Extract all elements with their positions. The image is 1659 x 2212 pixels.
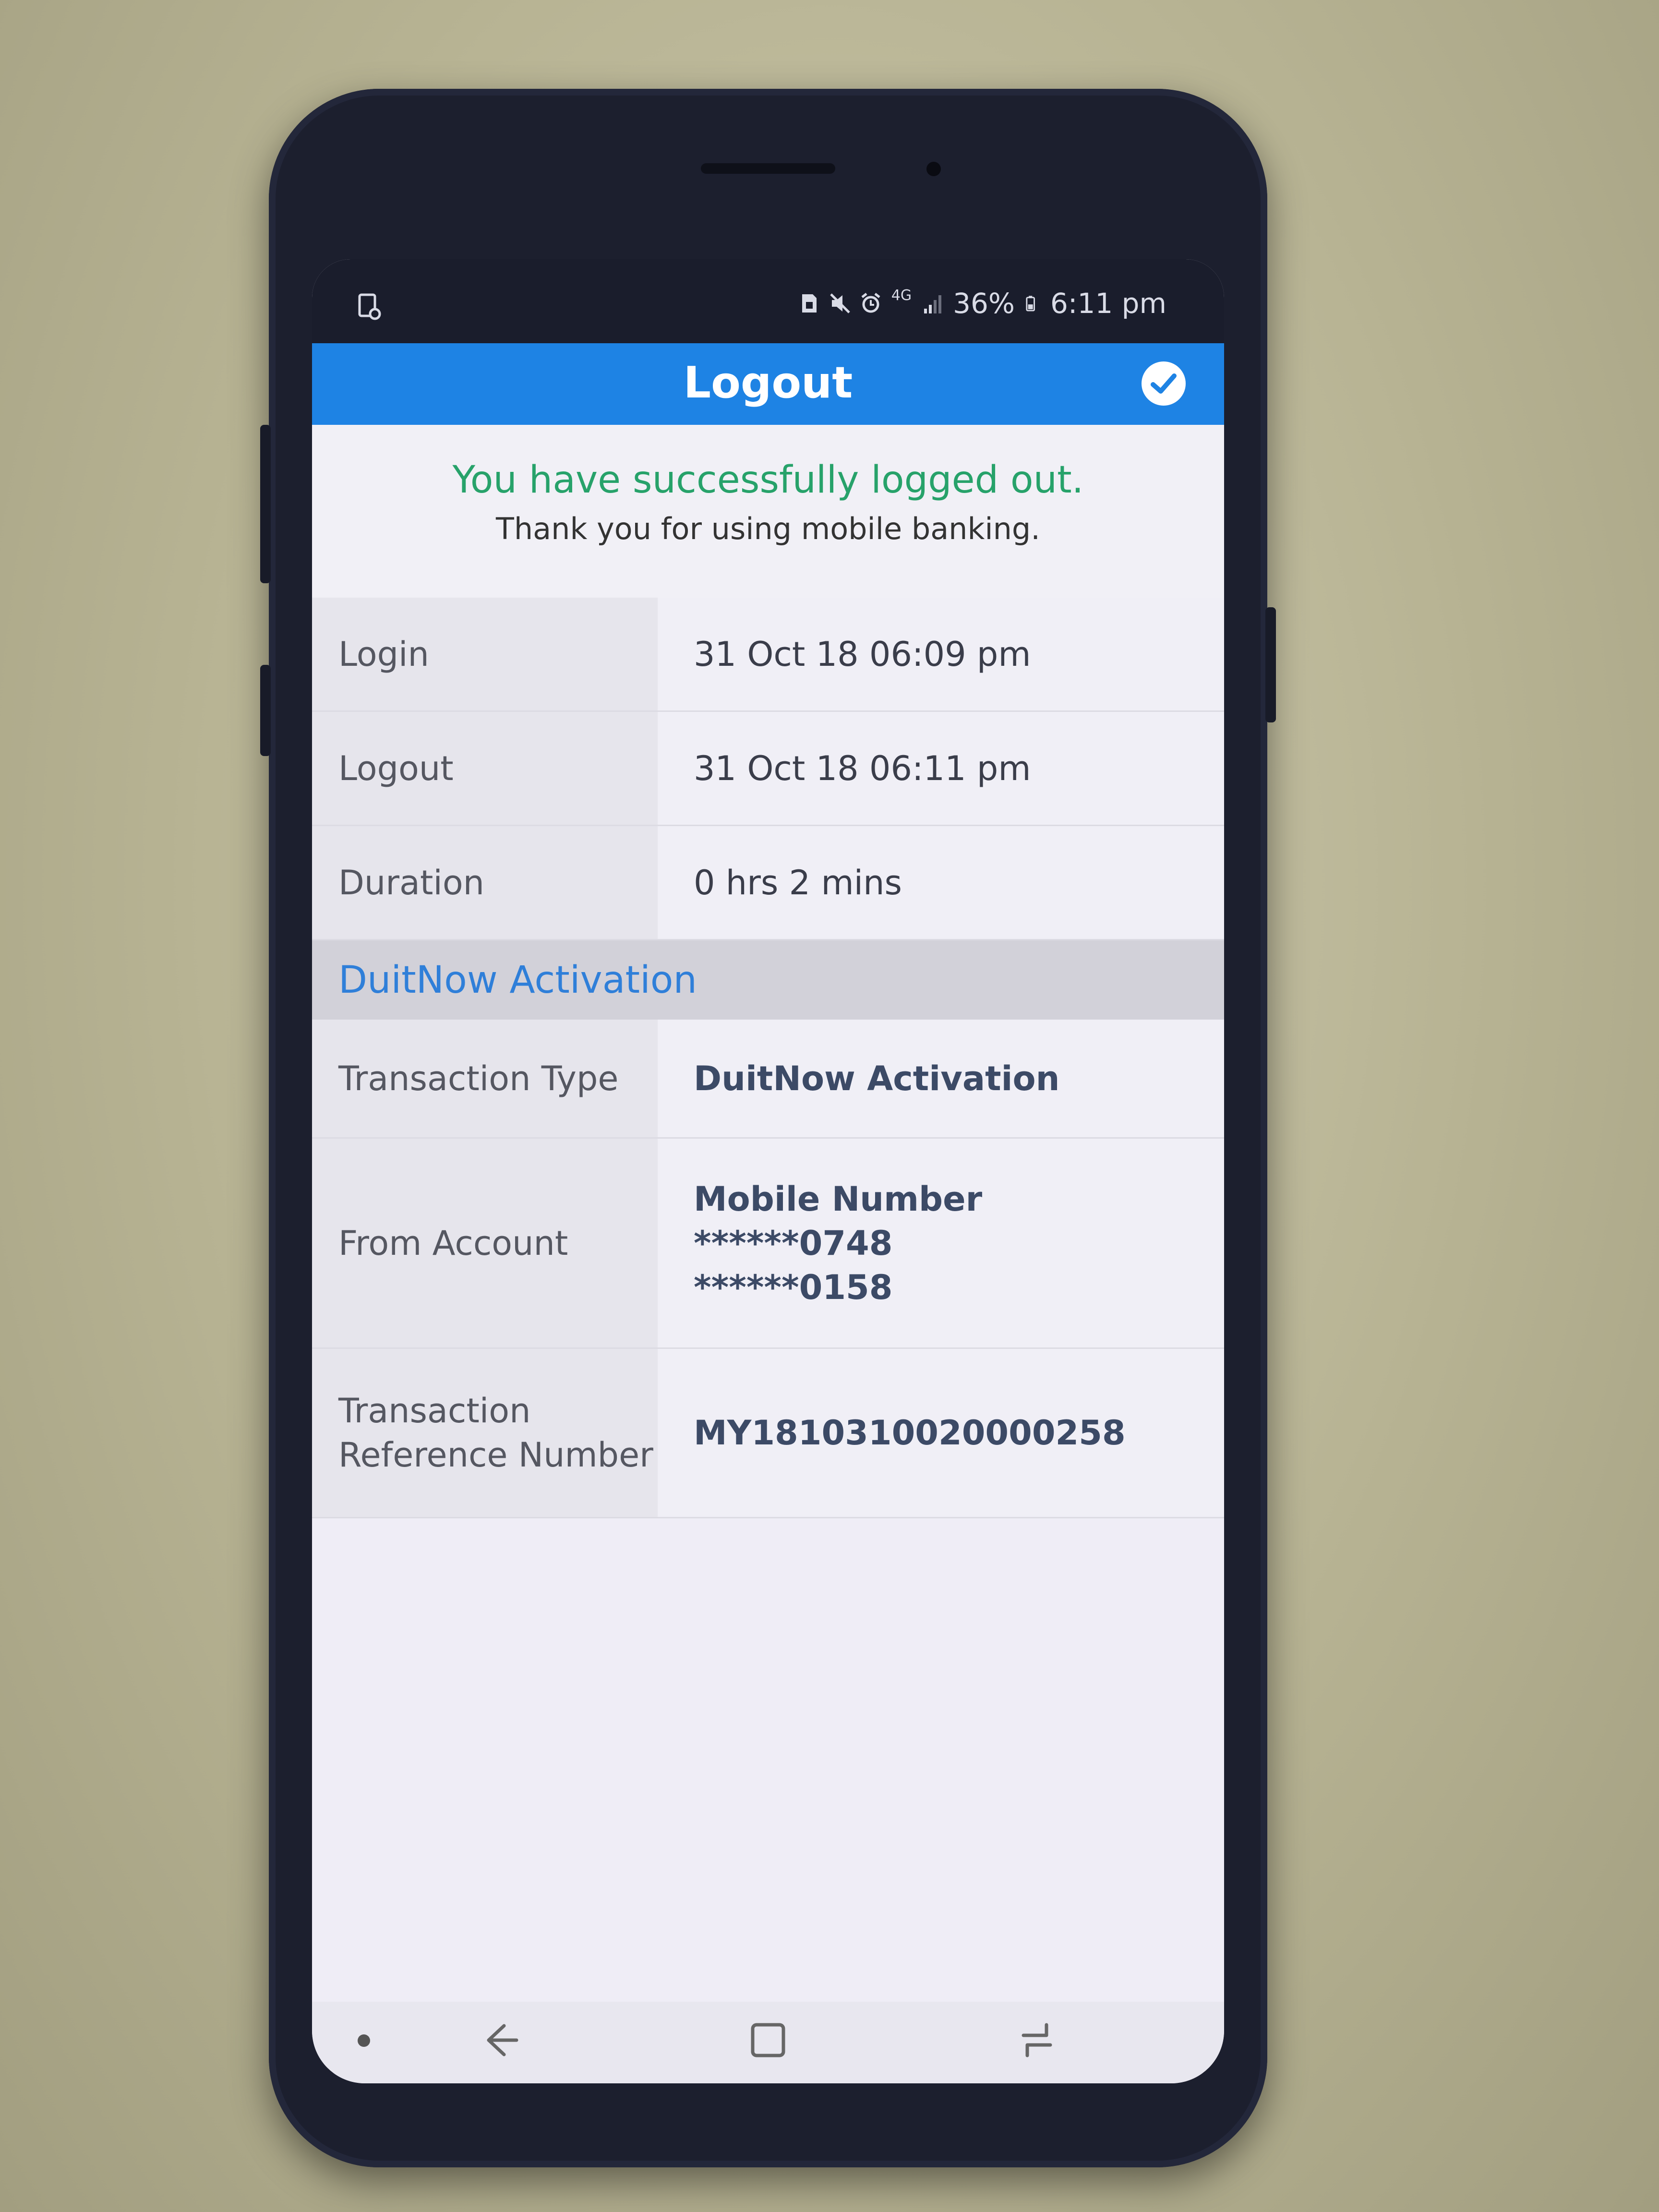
reference-number-value: MY1810310020000258 [658,1349,1224,1517]
signal-icon [924,295,942,313]
network-label: 4G [891,287,912,304]
from-account-label: From Account [312,1139,658,1347]
table-row: Logout 31 Oct 18 06:11 pm [312,712,1224,826]
reference-label-line: Reference Number [338,1435,653,1475]
from-account-value: Mobile Number ******0748 ******0158 [658,1139,1224,1347]
duration-value: 0 hrs 2 mins [658,826,1224,939]
home-icon[interactable] [744,2016,792,2064]
logout-value: 31 Oct 18 06:11 pm [658,712,1224,825]
earpiece-speaker [701,163,835,174]
bixby-button [260,665,271,756]
from-account-line: ******0158 [694,1267,893,1307]
recents-icon[interactable] [1013,2016,1061,2064]
screenshot-icon [358,293,381,320]
transaction-type-label: Transaction Type [312,1020,658,1137]
table-row: Login 31 Oct 18 06:09 pm [312,598,1224,712]
phone-screen: 4G 36% 6:11 pm Logout You have successfu… [312,259,1224,2083]
login-value: 31 Oct 18 06:09 pm [658,598,1224,710]
section-header: DuitNow Activation [312,940,1224,1020]
system-nav-bar [312,2002,1224,2083]
table-row: Duration 0 hrs 2 mins [312,826,1224,940]
thank-you-message: Thank you for using mobile banking. [496,511,1040,546]
logout-message: You have successfully logged out. Thank … [312,425,1224,598]
check-circle-icon[interactable] [1142,361,1186,406]
phone-device: 4G 36% 6:11 pm Logout You have successfu… [260,89,1276,2167]
page-title: Logout [683,358,853,408]
alarm-icon [861,293,880,313]
table-row: From Account Mobile Number ******0748 **… [312,1139,1224,1349]
reference-number-label: Transaction Reference Number [312,1349,658,1517]
from-account-line: Mobile Number [694,1179,983,1219]
status-bar: 4G 36% 6:11 pm [312,259,1224,343]
battery-icon [1026,296,1035,312]
session-details-table: Login 31 Oct 18 06:09 pm Logout 31 Oct 1… [312,598,1224,1518]
front-camera [926,162,941,176]
back-icon[interactable] [475,2016,523,2064]
table-row: Transaction Reference Number MY181031002… [312,1349,1224,1518]
from-account-line: ******0748 [694,1223,893,1263]
sim-icon [802,294,817,313]
nav-dot-icon [358,2034,370,2047]
status-right-group: 4G 36% 6:11 pm [799,287,1166,320]
mute-icon [830,293,850,313]
login-label: Login [312,598,658,710]
app-header: Logout [312,343,1224,425]
status-time: 6:11 pm [1050,287,1166,320]
reference-label-line: Transaction [338,1391,531,1431]
table-row: Transaction Type DuitNow Activation [312,1020,1224,1139]
battery-percent: 36% [953,287,1015,320]
success-message: You have successfully logged out. [452,458,1084,502]
transaction-type-value: DuitNow Activation [658,1020,1224,1137]
logout-label: Logout [312,712,658,825]
power-button [1265,607,1276,722]
volume-button [260,425,271,583]
duration-label: Duration [312,826,658,939]
